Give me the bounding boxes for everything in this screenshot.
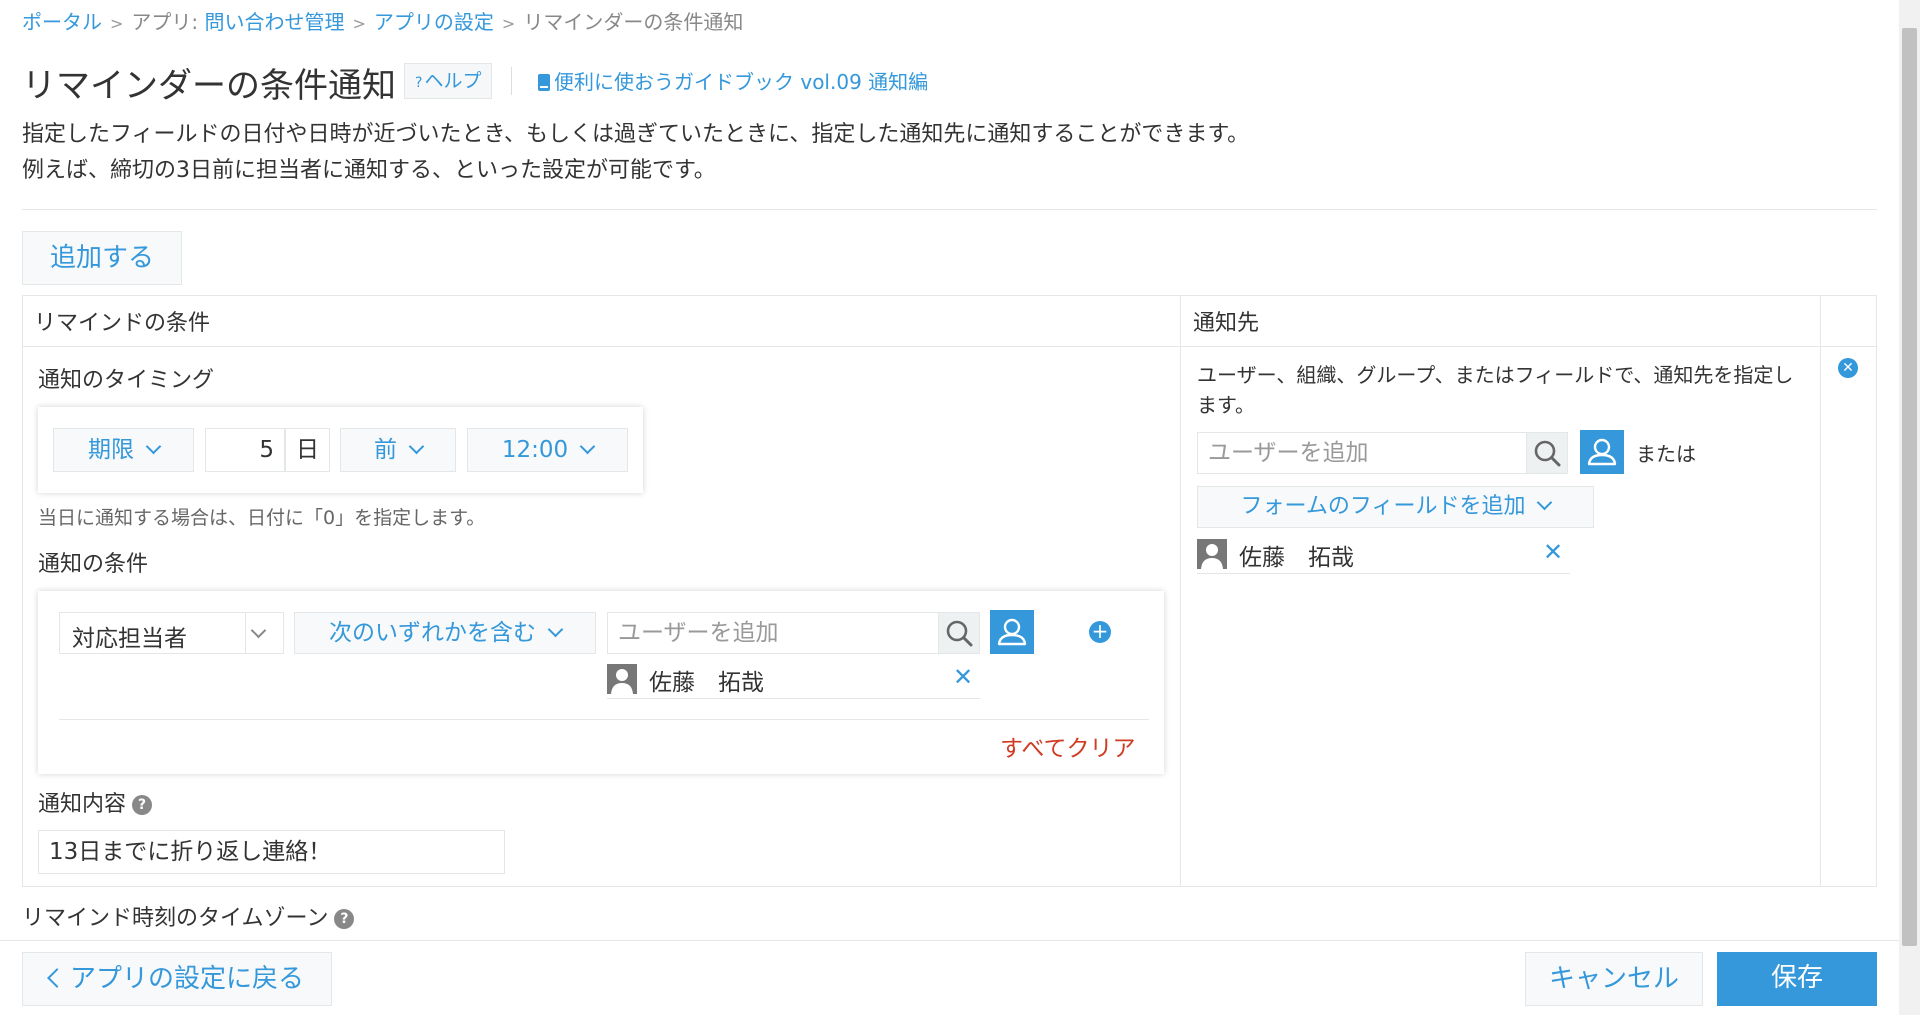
recipient-selected-user: 佐藤 拓哉 ✕ — [1197, 536, 1570, 574]
save-button[interactable]: 保存 — [1717, 952, 1877, 1006]
close-icon[interactable]: ✕ — [1838, 358, 1858, 378]
timing-field-select[interactable]: 期限 — [53, 428, 194, 472]
search-icon — [1534, 440, 1561, 467]
help-icon[interactable]: ? — [334, 909, 355, 929]
condition-field-select[interactable]: 対応担当者 — [59, 612, 284, 654]
time-select[interactable]: 12:00 — [467, 428, 628, 472]
condition-label: 通知の条件 — [38, 552, 149, 577]
condition-search-button[interactable] — [938, 612, 980, 654]
breadcrumb-portal[interactable]: ポータル — [22, 10, 102, 34]
help-icon: ? — [415, 75, 423, 91]
column-divider — [1820, 295, 1821, 887]
chevron-down-icon — [1537, 494, 1553, 511]
scrollbar-thumb[interactable] — [1902, 28, 1917, 946]
plus-icon[interactable]: + — [1089, 621, 1111, 643]
page-title: リマインダーの条件通知 — [22, 66, 396, 106]
chevron-down-icon — [250, 622, 267, 639]
guide-link-label: 便利に使おうガイドブック vol.09 通知編 — [554, 70, 929, 94]
help-button[interactable]: ? ヘルプ — [404, 63, 493, 99]
search-icon — [946, 620, 973, 647]
clear-all-link[interactable]: すべてクリア — [1000, 729, 1135, 763]
timezone-label: リマインド時刻のタイムゾーン? — [22, 900, 355, 932]
operator-value: 次のいずれかを含む — [329, 620, 536, 646]
book-icon — [538, 74, 550, 91]
breadcrumb-current: リマインダーの条件通知 — [523, 10, 744, 34]
user-icon — [1587, 438, 1617, 466]
close-icon[interactable]: ✕ — [1543, 538, 1563, 566]
recipient-description: ユーザー、組織、グループ、またはフィールドで、通知先を指定し ます。 — [1197, 360, 1793, 420]
recipient-description-line: ます。 — [1197, 393, 1255, 417]
divider — [511, 67, 512, 95]
select-divider — [245, 613, 246, 653]
description-line: 指定したフィールドの日付や日時が近づいたとき、もしくは過ぎていたときに、指定した… — [22, 122, 1250, 147]
condition-user-input[interactable]: ユーザーを追加 — [607, 612, 939, 654]
recipient-description-line: ユーザー、組織、グループ、またはフィールドで、通知先を指定し — [1197, 363, 1794, 387]
recipient-user-select-button[interactable] — [1580, 430, 1624, 474]
user-avatar-icon — [607, 664, 637, 694]
breadcrumb-separator: > — [501, 14, 516, 33]
content-label: 通知内容? — [38, 786, 153, 818]
add-button[interactable]: 追加する — [22, 231, 182, 285]
breadcrumb-separator: > — [352, 14, 366, 33]
footer-divider — [0, 940, 1920, 941]
divider — [22, 209, 1877, 210]
user-icon — [997, 618, 1027, 646]
before-after-select[interactable]: 前 — [340, 428, 456, 472]
help-icon[interactable]: ? — [132, 795, 153, 815]
recipient-user-name: 佐藤 拓哉 — [1239, 545, 1354, 571]
breadcrumb-separator: > — [110, 14, 124, 33]
breadcrumb-settings[interactable]: アプリの設定 — [374, 10, 494, 34]
breadcrumb: ポータル > アプリ: 問い合わせ管理 > アプリの設定 > リマインダーの条件通知 — [22, 6, 743, 35]
operator-select[interactable]: 次のいずれかを含む — [294, 612, 596, 654]
chevron-down-icon — [408, 438, 425, 455]
chevron-down-icon — [547, 621, 564, 638]
timezone-label-text: リマインド時刻のタイムゾーン — [22, 906, 329, 931]
condition-field-value: 対応担当者 — [72, 626, 187, 652]
days-input[interactable]: 5 — [205, 428, 285, 472]
chevron-down-icon — [145, 438, 162, 455]
chevron-left-icon — [47, 968, 67, 988]
table-header — [22, 295, 1877, 347]
back-button-label: アプリの設定に戻る — [69, 964, 304, 994]
breadcrumb-app[interactable]: 問い合わせ管理 — [205, 10, 345, 34]
form-field-label: フォームのフィールドを追加 — [1240, 494, 1526, 519]
recipient-user-input[interactable]: ユーザーを追加 — [1197, 432, 1527, 474]
recipient-search-button[interactable] — [1526, 432, 1568, 474]
days-unit: 日 — [285, 428, 330, 472]
close-icon[interactable]: ✕ — [953, 663, 973, 691]
back-to-settings-button[interactable]: アプリの設定に戻る — [22, 952, 332, 1006]
time-value: 12:00 — [501, 437, 569, 463]
help-label: ヘルプ — [424, 70, 482, 92]
column-header-condition: リマインドの条件 — [34, 311, 211, 336]
column-divider — [1180, 295, 1181, 887]
description-line: 例えば、締切の3日前に担当者に通知する、といった設定が可能です。 — [22, 158, 716, 183]
condition-user-name: 佐藤 拓哉 — [649, 670, 764, 696]
cancel-button[interactable]: キャンセル — [1525, 952, 1703, 1006]
condition-selected-user: 佐藤 拓哉 ✕ — [607, 661, 980, 699]
or-text: または — [1636, 442, 1696, 466]
divider — [59, 719, 1149, 720]
column-header-recipient: 通知先 — [1193, 311, 1260, 336]
user-avatar-icon — [1197, 539, 1227, 569]
chevron-down-icon — [579, 438, 596, 455]
content-input[interactable]: 13日までに折り返し連絡！ — [38, 830, 505, 874]
form-field-select-button[interactable]: フォームのフィールドを追加 — [1197, 486, 1594, 528]
timing-field-value: 期限 — [88, 437, 134, 463]
guide-link[interactable]: 便利に使おうガイドブック vol.09 通知編 — [538, 66, 928, 95]
timing-label: 通知のタイミング — [38, 368, 215, 393]
content-label-text: 通知内容 — [38, 792, 127, 817]
breadcrumb-app-prefix: アプリ: — [131, 10, 199, 34]
timing-note: 当日に通知する場合は、日付に「0」を指定します。 — [38, 507, 486, 529]
page-description: 指定したフィールドの日付や日時が近づいたとき、もしくは過ぎていたときに、指定した… — [22, 117, 1249, 189]
condition-user-select-button[interactable] — [990, 610, 1034, 654]
before-after-value: 前 — [374, 437, 397, 463]
